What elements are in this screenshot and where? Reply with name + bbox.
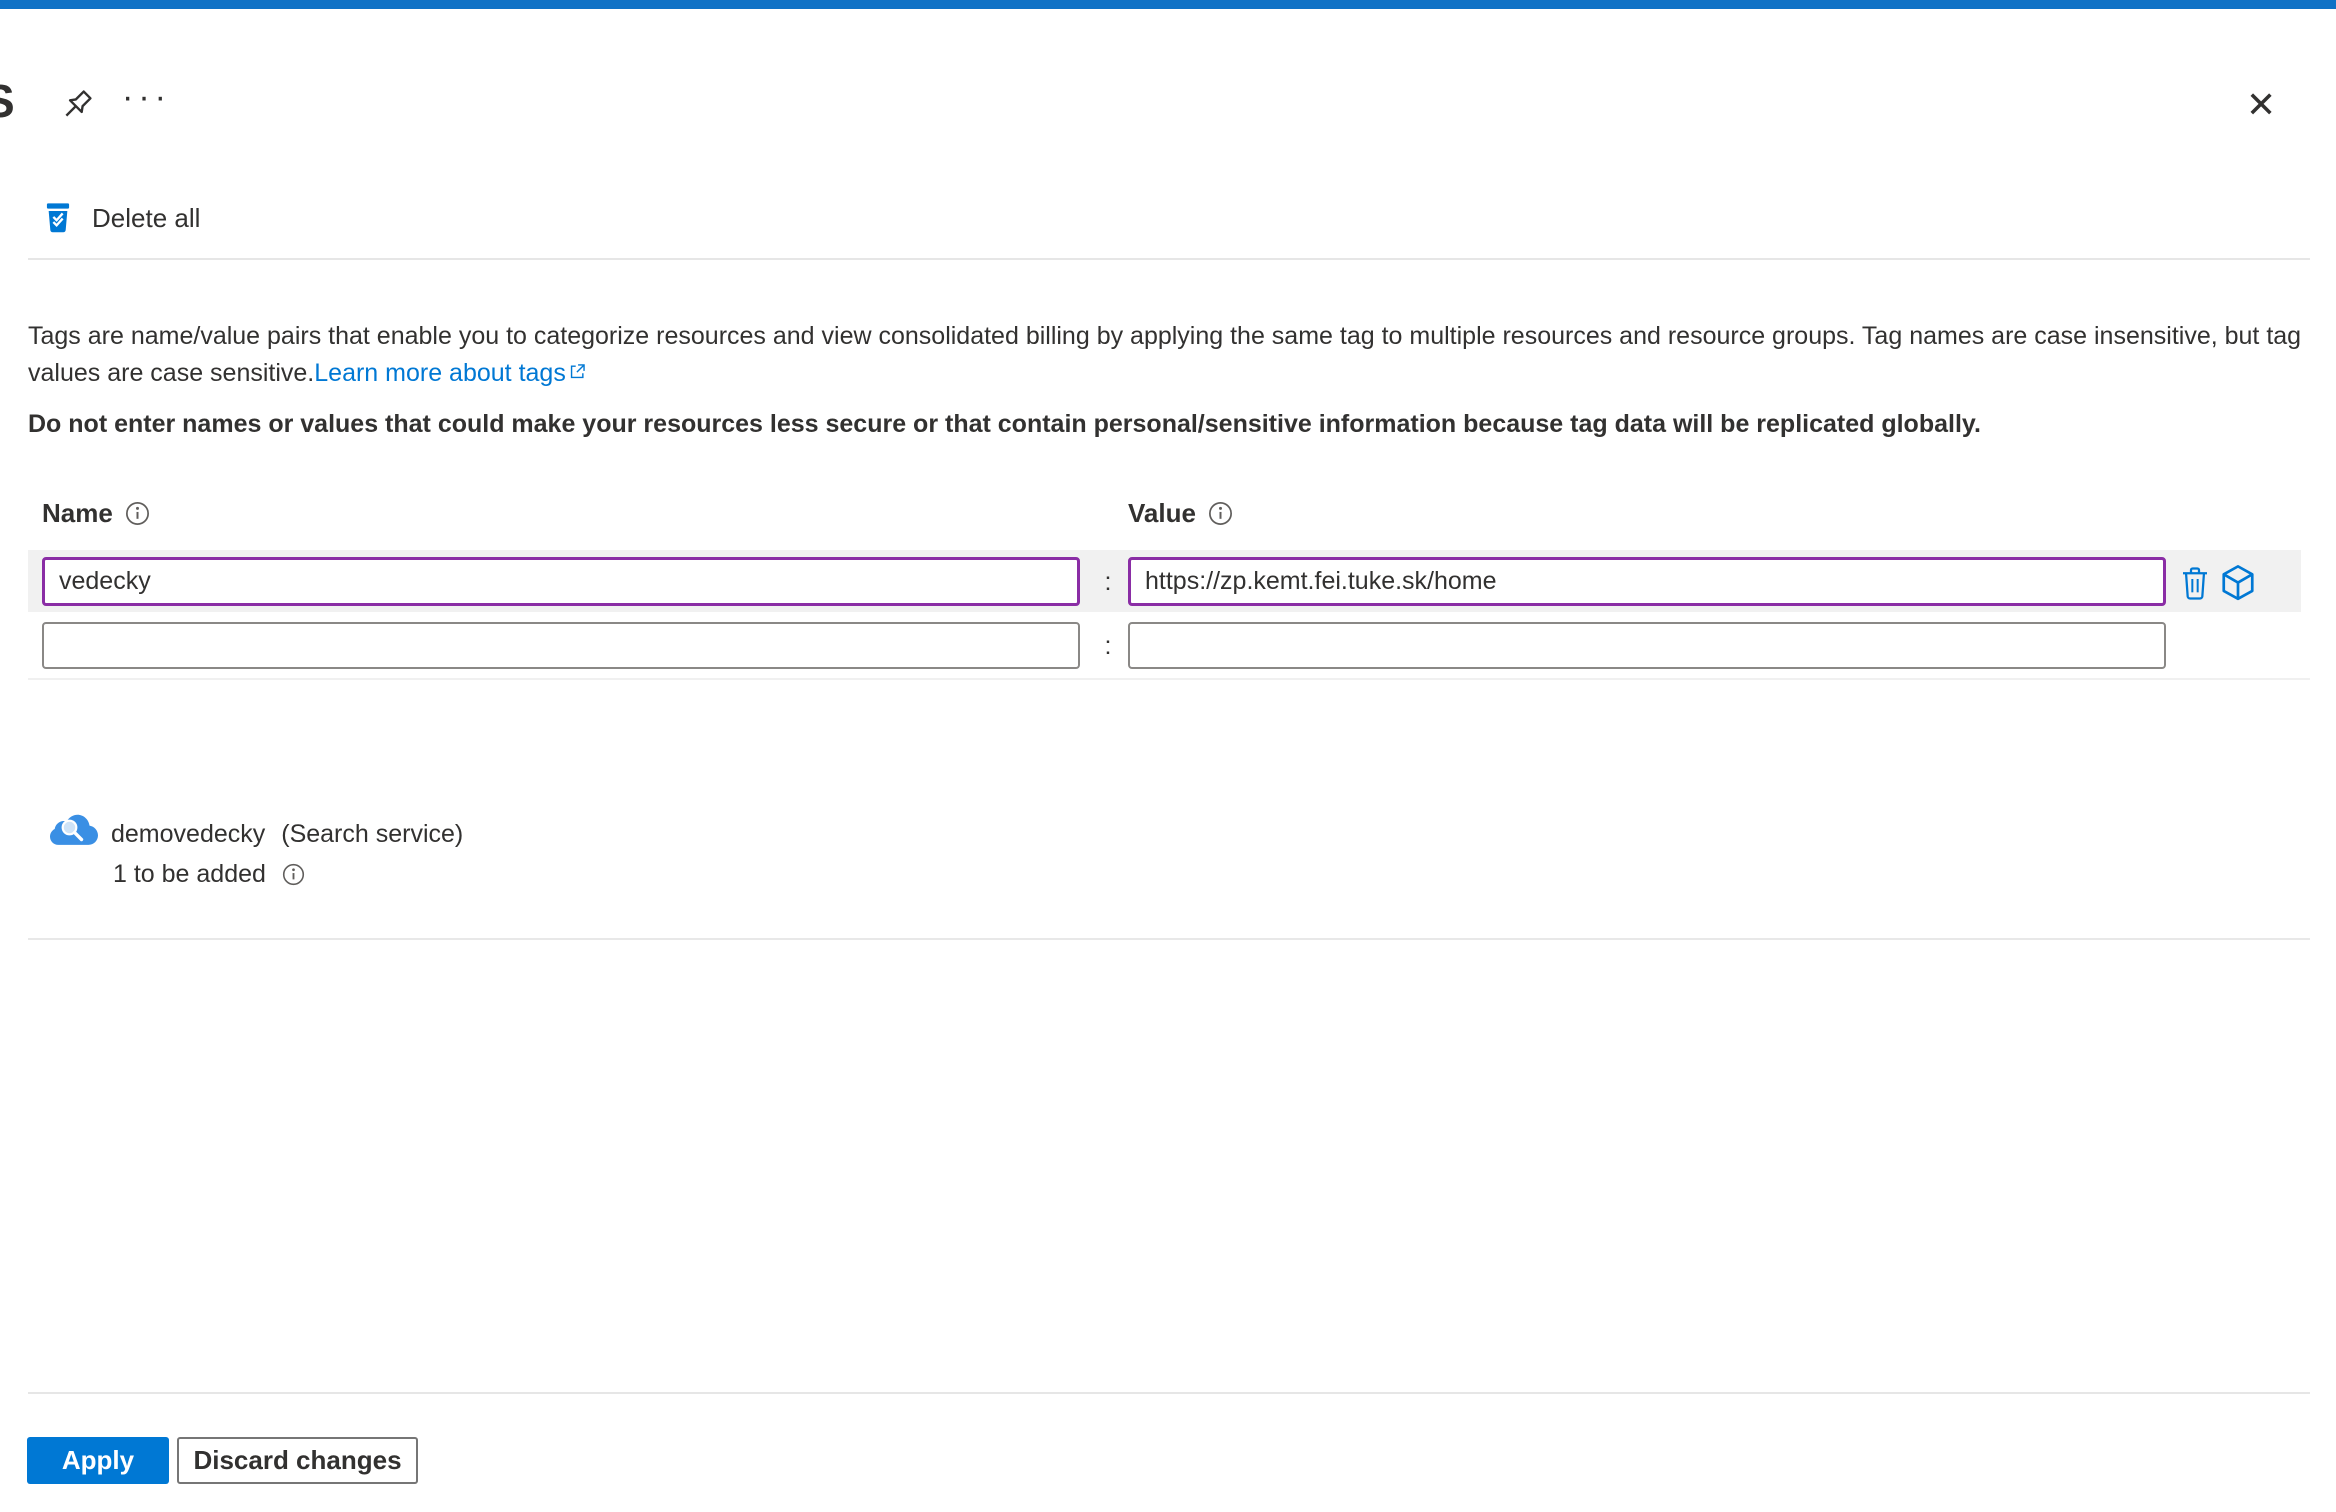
value-info-icon[interactable] xyxy=(1208,501,1233,526)
value-header-label: Value xyxy=(1128,498,1196,528)
more-options-icon[interactable]: ··· xyxy=(122,78,171,117)
resource-status-text: 1 to be added xyxy=(113,860,266,888)
row1-separator: : xyxy=(1104,568,1112,596)
top-accent-bar xyxy=(0,0,2336,9)
resource-line: demovedecky (Search service) xyxy=(111,820,463,849)
divider xyxy=(28,938,2310,940)
tag-value-input-row2[interactable] xyxy=(1128,622,2166,669)
name-header-label: Name xyxy=(42,498,113,528)
security-warning-text: Do not enter names or values that could … xyxy=(28,410,1981,438)
name-info-icon[interactable] xyxy=(125,501,150,526)
divider xyxy=(28,1392,2310,1394)
divider xyxy=(28,258,2310,260)
close-icon[interactable]: ✕ xyxy=(2246,84,2276,126)
pin-icon[interactable] xyxy=(58,86,96,124)
name-column-header: Name xyxy=(42,498,150,529)
tags-description: Tags are name/value pairs that enable yo… xyxy=(28,318,2312,392)
delete-tag-icon[interactable] xyxy=(2179,564,2211,602)
search-service-icon xyxy=(50,814,98,845)
resource-status-line: 1 to be added xyxy=(113,860,305,889)
value-column-header: Value xyxy=(1128,498,1233,529)
resource-type: (Search service) xyxy=(281,820,464,848)
apply-button[interactable]: Apply xyxy=(27,1437,169,1484)
discard-changes-button[interactable]: Discard changes xyxy=(177,1437,418,1484)
delete-all-icon xyxy=(46,203,70,233)
learn-more-link[interactable]: Learn more about tags xyxy=(314,359,566,387)
delete-all-label: Delete all xyxy=(92,202,201,233)
row2-separator: : xyxy=(1104,632,1112,660)
status-info-icon[interactable] xyxy=(282,863,305,886)
tag-name-input-row2[interactable] xyxy=(42,622,1080,669)
divider xyxy=(28,678,2310,680)
page-title-fragment: S xyxy=(0,74,15,128)
tag-name-input-row1[interactable] xyxy=(42,557,1080,606)
resource-cube-icon[interactable] xyxy=(2219,563,2257,603)
delete-all-button[interactable]: Delete all xyxy=(44,202,200,234)
resource-name: demovedecky xyxy=(111,820,266,848)
tag-value-input-row1[interactable] xyxy=(1128,557,2166,606)
external-link-icon xyxy=(570,364,585,379)
